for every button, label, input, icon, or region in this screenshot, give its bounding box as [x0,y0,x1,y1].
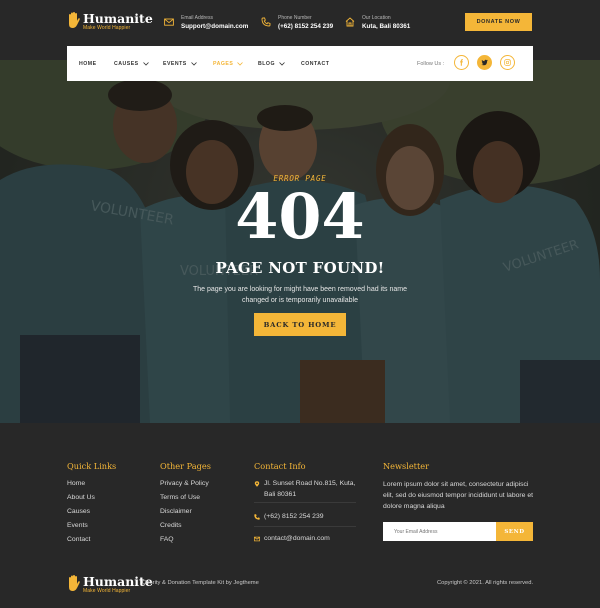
contact-info-title: Contact Info [254,461,306,471]
nav-item-pages[interactable]: PAGES [213,46,244,81]
phone-text: (+62) 8152 254 239 [264,513,324,520]
nav-item-label: PAGES [213,60,234,67]
quick-links-title: Quick Links [67,461,117,471]
newsletter-send-button[interactable]: SEND [496,522,533,541]
error-title: PAGE NOT FOUND! [215,259,385,277]
other-pages-title: Other Pages [160,461,211,471]
site-footer: Quick Links Home About Us Causes Events … [0,423,600,608]
email-text: contact@domain.com [264,535,330,542]
mail-icon [254,536,260,541]
phone-icon [261,17,271,27]
instagram-button[interactable] [500,55,515,70]
footer-credit: Charity & Donation Template Kit by Jegth… [142,580,259,586]
brand-tagline: Make World Happier [83,25,131,31]
address-text: Jl. Sunset Road No.815, Kuta, Bali 80361 [264,480,356,498]
email-value: Support@domain.com [181,23,249,30]
brand-name: Humanite [83,11,153,26]
nav-item-causes[interactable]: CAUSES [114,46,149,81]
back-to-home-button[interactable]: BACK TO HOME [254,313,346,336]
footer-link-home[interactable]: Home [67,480,85,487]
footer-link-about[interactable]: About Us [67,494,95,501]
divider [254,502,356,503]
nav-item-label: HOME [79,60,97,67]
footer-address: Jl. Sunset Road No.815, Kuta, Bali 80361 [254,478,366,500]
twitter-icon [481,59,488,66]
footer-copyright: Copyright © 2021. All rights reserved. [437,580,534,586]
phone-value: (+62) 8152 254 239 [278,23,334,30]
nav-item-label: EVENTS [163,60,187,67]
donate-now-button[interactable]: DONATE NOW [465,13,532,31]
footer-link-events[interactable]: Events [67,522,88,529]
main-navigation: HOME CAUSES EVENTS PAGES BLOG CONTACT Fo… [67,46,533,81]
chevron-down-icon [142,61,149,66]
location-value: Kuta, Bali 80361 [362,23,411,30]
header-location: Our Location Kuta, Bali 80361 [345,14,410,31]
brand-logo[interactable]: Humanite Make World Happier [67,12,153,32]
nav-item-label: CAUSES [114,60,139,67]
footer-link-credits[interactable]: Credits [160,522,182,529]
facebook-icon [460,59,463,66]
follow-us-label: Follow Us : [417,60,445,67]
chevron-down-icon [237,61,244,66]
chevron-down-icon [190,61,197,66]
map-pin-icon [254,480,260,487]
nav-item-contact[interactable]: CONTACT [301,46,329,81]
email-label: Email Address [181,15,213,21]
instagram-icon [504,59,511,66]
phone-label: Phone Number [278,15,312,21]
newsletter-title: Newsletter [383,461,430,471]
footer-link-contact[interactable]: Contact [67,536,90,543]
nav-item-label: CONTACT [301,60,330,67]
chevron-down-icon [279,61,285,66]
facebook-button[interactable] [454,55,469,70]
hero-section: VOLUNTEER VOLUNTEER VOLUNTEER ERROR PAGE… [0,60,600,423]
nav-item-label: BLOG [258,60,275,67]
hand-logo-icon [69,575,80,591]
footer-phone[interactable]: (+62) 8152 254 239 [254,511,324,522]
twitter-button[interactable] [477,55,492,70]
hand-logo-icon [69,12,80,28]
error-code: 404 [235,180,365,253]
phone-icon [254,513,260,520]
footer-brand-tagline: Make World Happier [83,588,131,594]
error-description: The page you are looking for might have … [192,286,408,304]
footer-link-faq[interactable]: FAQ [160,536,174,543]
newsletter-description: Lorem ipsum dolor sit amet, consectetur … [383,481,533,510]
home-icon [345,17,355,27]
location-label: Our Location [362,15,391,21]
nav-item-home[interactable]: HOME [79,46,97,81]
divider [254,526,356,527]
header-phone[interactable]: Phone Number (+62) 8152 254 239 [261,14,333,31]
nav-item-blog[interactable]: BLOG [258,46,285,81]
newsletter-email-input[interactable] [383,522,496,541]
header-email[interactable]: Email Address Support@domain.com [164,14,248,31]
footer-link-terms[interactable]: Terms of Use [160,494,200,501]
nav-item-events[interactable]: EVENTS [163,46,197,81]
mail-icon [164,18,174,26]
footer-email[interactable]: contact@domain.com [254,533,330,544]
footer-link-disclaimer[interactable]: Disclaimer [160,508,192,515]
footer-link-causes[interactable]: Causes [67,508,90,515]
footer-brand-logo[interactable]: Humanite Make World Happier [67,575,153,595]
footer-link-privacy[interactable]: Privacy & Policy [160,480,209,487]
